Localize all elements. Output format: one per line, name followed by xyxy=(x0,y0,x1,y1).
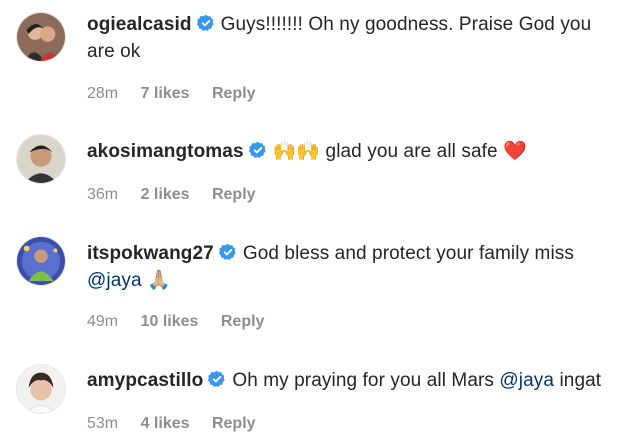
likes-count[interactable]: 7 likes xyxy=(141,85,190,102)
comment-text: akosimangtomas 🙌🙌 glad you are all safe ❤… xyxy=(87,138,608,165)
comment-meta: 36m 2 likes Reply xyxy=(87,186,274,204)
timestamp[interactable]: 53m xyxy=(87,415,118,432)
reply-button[interactable]: Reply xyxy=(212,186,256,203)
comment-text: amypcastillo Oh my praying for you all Ma… xyxy=(87,367,608,394)
timestamp[interactable]: 49m xyxy=(87,313,118,330)
timestamp[interactable]: 36m xyxy=(87,186,118,203)
verified-badge-icon xyxy=(208,370,226,388)
timestamp[interactable]: 28m xyxy=(87,85,118,102)
likes-count[interactable]: 2 likes xyxy=(141,186,190,203)
comment-text: itspokwang27 God bless and protect your f… xyxy=(87,240,608,294)
comment-meta: 28m 7 likes Reply xyxy=(87,85,274,103)
comment-meta: 53m 4 likes Reply xyxy=(87,415,274,433)
likes-count[interactable]: 4 likes xyxy=(141,415,190,432)
username-link[interactable]: akosimangtomas xyxy=(87,141,244,162)
avatar[interactable] xyxy=(16,12,66,62)
verified-badge-icon xyxy=(248,141,267,159)
comment-body-end: ingat xyxy=(559,370,602,391)
avatar[interactable] xyxy=(16,134,66,184)
red-heart-emoji-icon: ❤️ xyxy=(503,140,527,162)
verified-badge-icon xyxy=(196,14,215,32)
comment-text: ogiealcasid Guys!!!!!!! Oh ny goodness. P… xyxy=(87,11,608,65)
raised-hands-emoji-icon: 🙌🙌 xyxy=(272,140,321,162)
likes-count[interactable]: 10 likes xyxy=(141,313,199,330)
comment-body: glad you are all safe xyxy=(325,141,498,162)
verified-badge-icon xyxy=(218,243,237,261)
avatar[interactable] xyxy=(16,364,66,414)
reply-button[interactable]: Reply xyxy=(212,85,256,102)
mention-link[interactable]: @jaya xyxy=(499,370,554,391)
comment-body: God bless and protect your family miss xyxy=(242,243,574,264)
reply-button[interactable]: Reply xyxy=(212,415,256,432)
comment-body: Oh my praying for you all Mars xyxy=(232,370,495,391)
reply-button[interactable]: Reply xyxy=(221,313,265,330)
folded-hands-emoji-icon: 🙏🏼 xyxy=(147,269,171,291)
username-link[interactable]: amypcastillo xyxy=(87,370,203,391)
avatar[interactable] xyxy=(16,236,66,286)
comment-meta: 49m 10 likes Reply xyxy=(87,313,282,331)
username-link[interactable]: ogiealcasid xyxy=(87,14,192,35)
username-link[interactable]: itspokwang27 xyxy=(87,243,214,264)
mention-link[interactable]: @jaya xyxy=(87,270,142,291)
